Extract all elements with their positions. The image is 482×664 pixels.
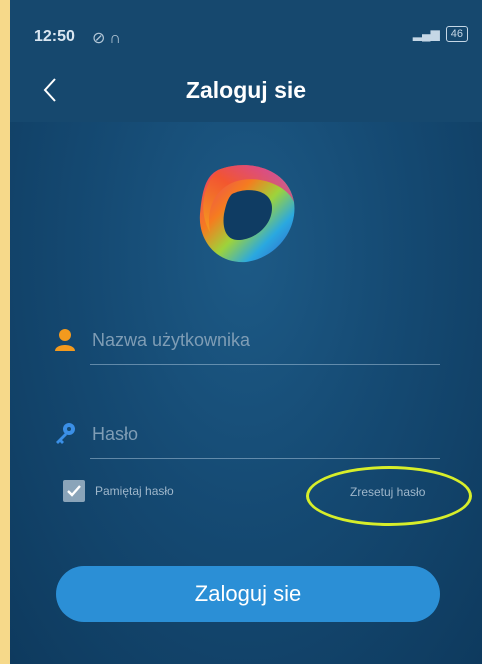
status-bar: 12:50 ⊘∩ ▂▄▆ 46 — [10, 0, 482, 62]
signal-icon: ▂▄▆ — [412, 27, 440, 41]
alarm-off-icon: ⊘ — [92, 30, 110, 47]
checkmark-icon — [67, 485, 81, 497]
phone-screen: 12:50 ⊘∩ ▂▄▆ 46 Zaloguj sie Nazwa użytko… — [10, 0, 482, 664]
password-field — [56, 410, 440, 459]
status-time: 12:50 — [34, 28, 75, 45]
page-title: Zaloguj sie — [185, 77, 307, 103]
username-input[interactable] — [90, 322, 434, 358]
headphones-icon: ∩ — [109, 30, 125, 47]
remember-password-toggle[interactable]: Pamiętaj hasło — [63, 480, 174, 502]
login-button[interactable]: Zaloguj sie — [56, 566, 440, 622]
status-right: ▂▄▆ 46 — [413, 26, 468, 42]
user-icon — [55, 329, 75, 351]
username-field — [55, 316, 440, 365]
password-input[interactable] — [90, 416, 434, 452]
app-logo-icon — [199, 165, 295, 263]
battery-indicator: 46 — [445, 26, 468, 42]
status-icons: ⊘∩ — [92, 28, 125, 48]
remember-label: Pamiętaj hasło — [95, 484, 174, 498]
reset-password-link[interactable]: Zresetuj hasło — [350, 485, 425, 499]
remember-checkbox[interactable] — [63, 480, 85, 502]
key-icon — [56, 423, 75, 444]
app-header: Zaloguj sie — [10, 62, 482, 122]
